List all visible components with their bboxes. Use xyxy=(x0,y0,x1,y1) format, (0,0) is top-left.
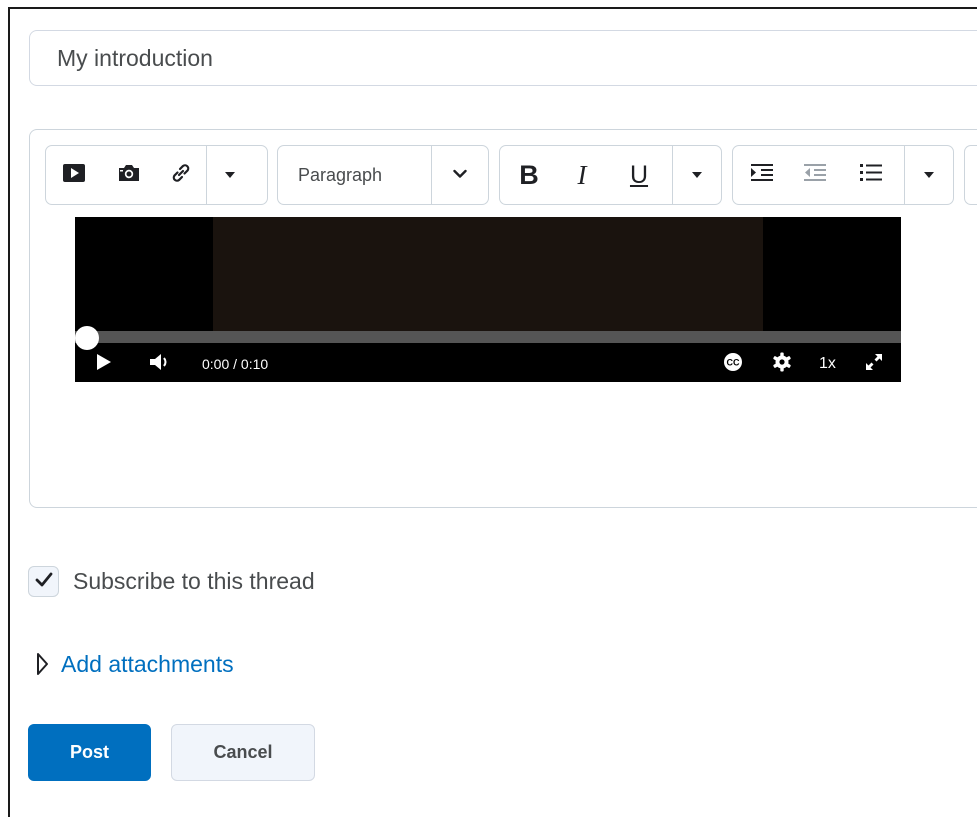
fullscreen-icon xyxy=(864,352,884,377)
volume-icon xyxy=(150,353,172,376)
gear-icon xyxy=(772,352,792,377)
subject-input[interactable] xyxy=(29,30,977,86)
insert-link-button[interactable] xyxy=(156,146,206,204)
caret-right-icon[interactable] xyxy=(36,652,49,681)
chevron-down-icon xyxy=(453,166,467,184)
block-format-value: Paragraph xyxy=(278,146,431,204)
toolbar-group-overflow xyxy=(964,145,977,205)
underline-button[interactable]: U xyxy=(606,146,672,204)
video-icon xyxy=(63,163,85,187)
indent-icon xyxy=(750,163,773,188)
captions-icon: CC xyxy=(723,352,743,377)
bullet-list-icon xyxy=(860,163,883,188)
italic-button[interactable]: I xyxy=(558,146,606,204)
bold-button[interactable]: B xyxy=(500,146,558,204)
link-icon xyxy=(169,161,193,190)
outdent-icon xyxy=(803,163,826,188)
video-player[interactable]: 0:00 / 0:10 CC 1x xyxy=(75,217,901,382)
caret-down-icon xyxy=(225,172,235,178)
italic-label: I xyxy=(577,159,587,190)
insert-video-button[interactable] xyxy=(46,146,102,204)
insert-image-button[interactable] xyxy=(102,146,156,204)
bullet-list-button[interactable] xyxy=(839,146,905,204)
video-scrubber-thumb[interactable] xyxy=(75,326,99,350)
volume-button[interactable] xyxy=(150,349,180,379)
fullscreen-button[interactable] xyxy=(864,349,888,379)
cancel-button[interactable]: Cancel xyxy=(171,724,315,781)
insert-more-button[interactable] xyxy=(207,146,253,204)
indent-button[interactable] xyxy=(733,146,791,204)
bold-label: B xyxy=(519,159,539,190)
play-icon xyxy=(97,353,111,375)
block-format-label: Paragraph xyxy=(298,164,383,185)
svg-text:CC: CC xyxy=(727,357,740,367)
underline-label: U xyxy=(629,160,649,189)
list-more-button[interactable] xyxy=(905,146,953,204)
playback-speed-button[interactable]: 1x xyxy=(819,349,836,379)
captions-button[interactable]: CC xyxy=(723,349,745,379)
outdent-button[interactable] xyxy=(791,146,839,204)
caret-down-icon xyxy=(692,172,702,178)
camera-icon xyxy=(117,163,141,188)
video-time: 0:00 / 0:10 xyxy=(202,349,268,379)
checkmark-icon xyxy=(35,572,53,592)
current-time: 0:00 xyxy=(202,356,230,372)
subscribe-checkbox[interactable] xyxy=(28,566,59,597)
duration: / 0:10 xyxy=(229,356,269,372)
list-toolbar-group xyxy=(732,145,954,205)
video-scrubber[interactable] xyxy=(75,331,901,343)
insert-toolbar-group xyxy=(45,145,268,205)
subscribe-label[interactable]: Subscribe to this thread xyxy=(73,566,315,597)
block-format-dropdown-button[interactable] xyxy=(432,146,488,204)
settings-button[interactable] xyxy=(772,349,796,379)
block-format-select[interactable]: Paragraph xyxy=(277,145,489,205)
text-format-toolbar-group: B I U xyxy=(499,145,722,205)
post-button[interactable]: Post xyxy=(28,724,151,781)
add-attachments-link[interactable]: Add attachments xyxy=(61,649,234,679)
video-frame xyxy=(213,217,763,331)
caret-down-icon xyxy=(924,172,935,178)
text-format-more-button[interactable] xyxy=(673,146,721,204)
playback-speed-label: 1x xyxy=(819,355,836,372)
play-button[interactable] xyxy=(97,349,123,379)
